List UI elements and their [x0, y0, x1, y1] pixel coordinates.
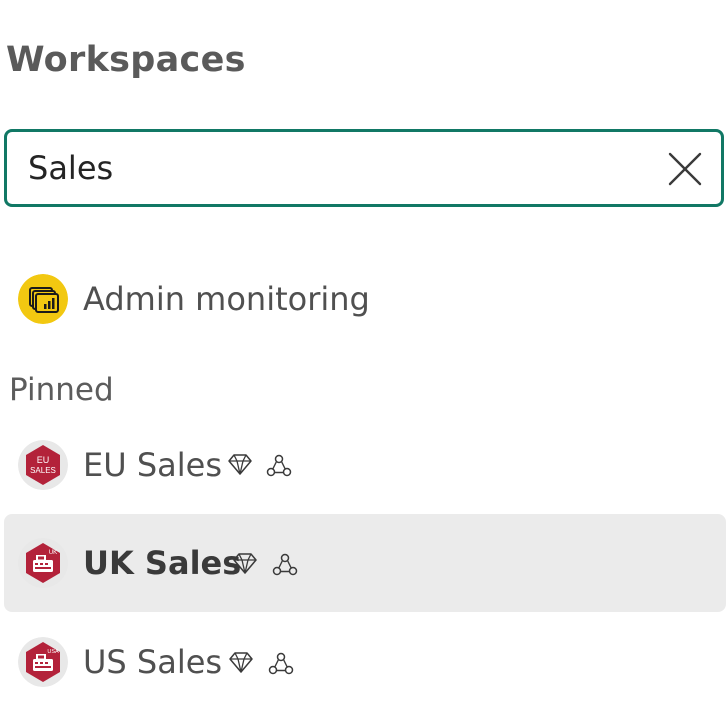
- shared-network-icon: [266, 454, 292, 477]
- section-label-pinned: Pinned: [9, 372, 114, 408]
- shared-network-icon: [268, 652, 294, 675]
- search-input[interactable]: [28, 138, 628, 198]
- eu-sales-workspace-icon: EU SALES: [18, 440, 68, 490]
- premium-diamond-icon: [229, 652, 253, 673]
- usa-icon-text: USA: [47, 649, 59, 655]
- premium-diamond-icon: [233, 553, 257, 574]
- close-icon[interactable]: [667, 151, 703, 187]
- us-sales-workspace-icon: USA: [18, 637, 68, 687]
- workspace-label: UK Sales: [83, 544, 242, 582]
- shared-network-icon: [272, 553, 298, 576]
- workspace-label: Admin monitoring: [83, 280, 370, 318]
- power-bi-monitoring-icon: [18, 274, 68, 324]
- sales-icon-text: SALES: [30, 466, 56, 475]
- workspace-item-uk-sales[interactable]: UK UK Sales: [4, 514, 726, 612]
- page-title: Workspaces: [6, 40, 246, 80]
- uk-icon-text: UK: [49, 550, 57, 556]
- uk-sales-workspace-icon: UK: [18, 538, 68, 588]
- eu-icon-text: EU: [37, 455, 50, 465]
- search-box[interactable]: [4, 129, 724, 207]
- premium-diamond-icon: [228, 454, 252, 475]
- workspace-item-us-sales[interactable]: USA US Sales: [4, 613, 726, 711]
- workspace-item-admin-monitoring[interactable]: Admin monitoring: [4, 250, 726, 348]
- workspace-label: US Sales: [83, 643, 223, 681]
- workspace-item-eu-sales[interactable]: EU SALES EU Sales: [4, 416, 726, 514]
- workspace-label: EU Sales: [83, 446, 222, 484]
